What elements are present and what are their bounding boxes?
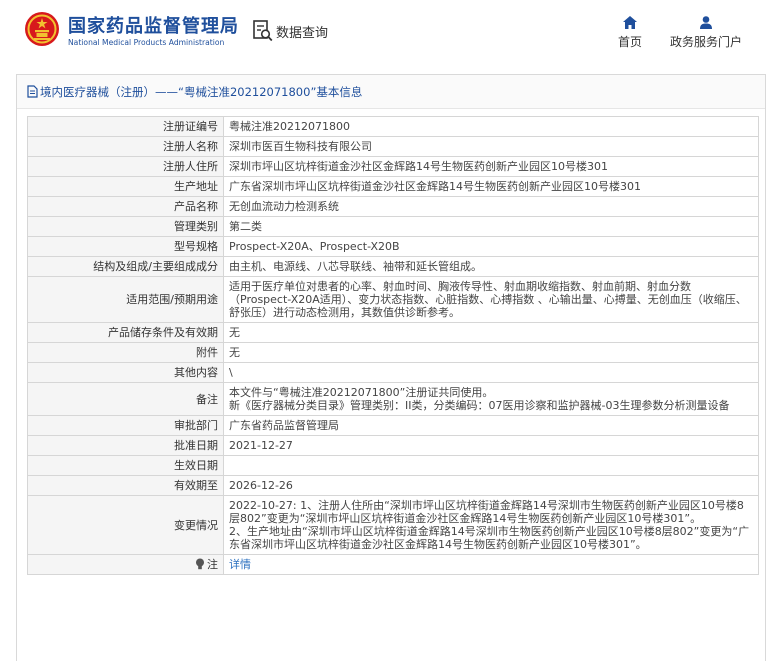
data-query-icon [253,20,273,42]
field-label: 适用范围/预期用途 [27,276,224,323]
breadcrumb-bar: 境内医疗器械（注册）——“粤械注准20212071800”基本信息 [17,75,765,109]
table-row: 注册人名称 深圳市医百生物科技有限公司 [27,136,759,157]
field-label: 型号规格 [27,236,224,257]
data-query-link[interactable]: 数据查询 [276,22,328,41]
table-row: 附件无 [27,342,759,363]
field-label: 注册证编号 [27,116,224,137]
table-row: 注册人住所 深圳市坪山区坑梓街道金沙社区金辉路14号生物医药创新产业园区10号楼3… [27,156,759,177]
table-row: 注册证编号 粤械注准20212071800 [27,116,759,137]
field-label: 有效期至 [27,475,224,496]
document-icon [27,85,38,98]
breadcrumb-text: 境内医疗器械（注册）——“粤械注准20212071800”基本信息 [40,85,363,99]
field-value: 粤械注准20212071800 [223,116,759,137]
field-value: 无创血流动力检测系统 [223,196,759,217]
field-value: Prospect-X20A、Prospect-X20B [223,236,759,257]
field-value[interactable]: 详情 [223,554,759,575]
table-row: 其他内容 \ [27,362,759,383]
table-row: 变更情况 2022-10-27: 1、注册人住所由“深圳市坪山区坑梓街道金辉路14… [27,495,759,555]
field-value: 无 [223,322,759,343]
field-label: 注 [27,554,224,575]
registration-info-table: 注册证编号 粤械注准20212071800 注册人名称 深圳市医百生物科技有限公司 注册… [27,116,759,575]
field-label: 结构及组成/主要组成成分 [27,256,224,277]
table-row: 产品储存条件及有效期无 [27,322,759,343]
field-label: 产品名称 [27,196,224,217]
org-name-en: National Medical Products Administration [68,38,225,47]
field-value: 第二类 [223,216,759,237]
user-icon [700,16,712,29]
breadcrumb: 境内医疗器械（注册）——“粤械注准20212071800”基本信息 [27,84,362,100]
field-value: 深圳市坪山区坑梓街道金沙社区金辉路14号生物医药创新产业园区10号楼301 [223,156,759,177]
table-row: 批准日期 2021-12-27 [27,435,759,456]
field-value: 2021-12-27 [223,435,759,456]
field-value: 适用于医疗单位对患者的心率、射血时间、胸液传导性、射血期收缩指数、射血前期、射血… [223,276,759,323]
field-value [223,455,759,476]
nav-gov-service[interactable]: 政务服务门户 [664,16,748,50]
field-value: 由主机、电源线、八芯导联线、袖带和延长管组成。 [223,256,759,277]
field-label: 注册人住所 [27,156,224,177]
field-label: 管理类别 [27,216,224,237]
field-label: 审批部门 [27,415,224,436]
field-value: 2022-10-27: 1、注册人住所由“深圳市坪山区坑梓街道金辉路14号深圳市… [223,495,759,555]
site-header: 国家药品监督管理局 National Medical Products Admi… [0,0,770,62]
table-row: 产品名称 无创血流动力检测系统 [27,196,759,217]
table-row: 有效期至 2026-12-26 [27,475,759,496]
table-row: 生效日期 [27,455,759,476]
national-emblem-icon [25,12,59,46]
table-row: 注详情 [27,554,759,575]
field-label: 变更情况 [27,495,224,555]
table-row: 适用范围/预期用途 适用于医疗单位对患者的心率、射血时间、胸液传导性、射血期收缩指… [27,276,759,323]
nav-home[interactable]: 首页 [612,16,648,50]
field-value: \ [223,362,759,383]
details-link[interactable]: 详情 [229,558,251,571]
field-value: 深圳市医百生物科技有限公司 [223,136,759,157]
field-label: 生产地址 [27,176,224,197]
table-row: 管理类别 第二类 [27,216,759,237]
lightbulb-icon [196,558,204,570]
org-name-cn[interactable]: 国家药品监督管理局 [68,12,239,38]
field-value: 本文件与“粤械注准20212071800”注册证共同使用。 新《医疗器械分类目录》… [223,382,759,416]
field-label: 生效日期 [27,455,224,476]
nav-home-label: 首页 [617,35,642,49]
field-value: 无 [223,342,759,363]
field-label: 批准日期 [27,435,224,456]
nav-gov-label: 政务服务门户 [669,35,742,49]
table-row: 审批部门 广东省药品监督管理局 [27,415,759,436]
home-icon [623,16,637,29]
table-row: 型号规格 Prospect-X20A、Prospect-X20B [27,236,759,257]
field-value: 广东省药品监督管理局 [223,415,759,436]
field-value: 2026-12-26 [223,475,759,496]
field-label: 附件 [27,342,224,363]
field-label: 其他内容 [27,362,224,383]
table-row: 生产地址 广东省深圳市坪山区坑梓街道金沙社区金辉路14号生物医药创新产业园区10号… [27,176,759,197]
table-row: 结构及组成/主要组成成分 由主机、电源线、八芯导联线、袖带和延长管组成。 [27,256,759,277]
field-value: 广东省深圳市坪山区坑梓街道金沙社区金辉路14号生物医药创新产业园区10号楼301 [223,176,759,197]
field-label: 注册人名称 [27,136,224,157]
table-row: 备注 本文件与“粤械注准20212071800”注册证共同使用。 新《医疗器械分类目… [27,382,759,416]
field-label: 产品储存条件及有效期 [27,322,224,343]
field-label: 备注 [27,382,224,416]
detail-panel: 境内医疗器械（注册）——“粤械注准20212071800”基本信息 注册证编号粤… [16,74,766,661]
